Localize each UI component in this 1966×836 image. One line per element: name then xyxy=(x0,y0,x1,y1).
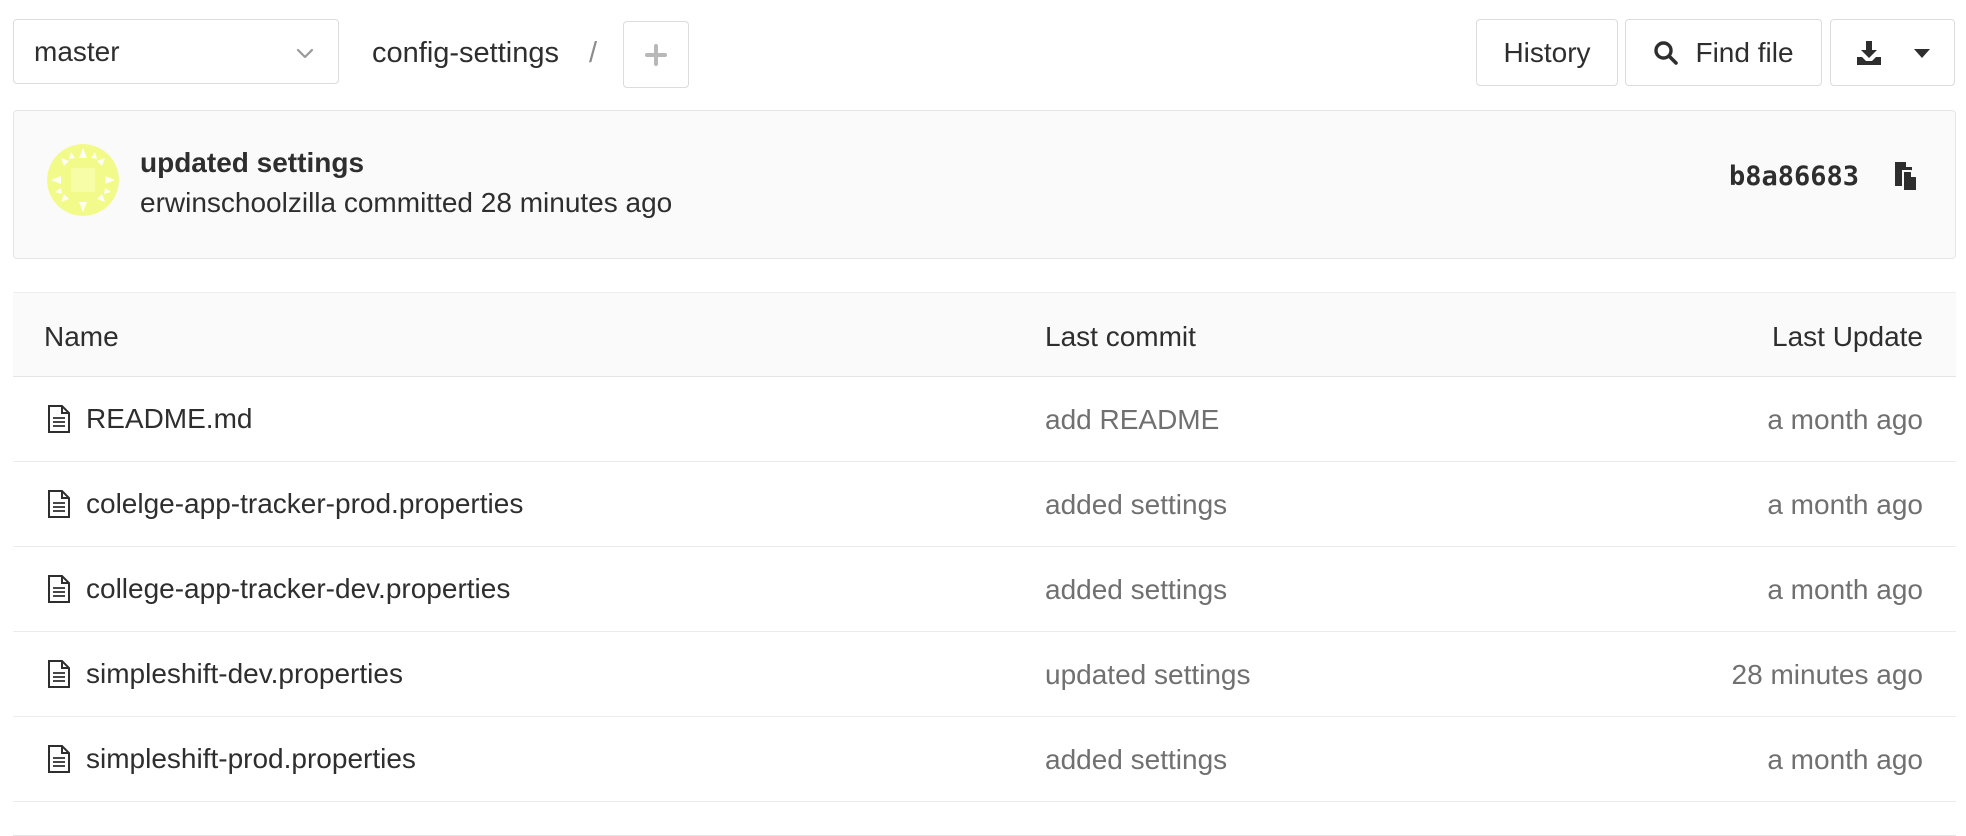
history-label: History xyxy=(1503,36,1591,68)
file-link[interactable]: colelge-app-tracker-prod.properties xyxy=(46,488,523,520)
file-last-update: 28 minutes ago xyxy=(1731,659,1923,690)
file-text-icon xyxy=(48,745,70,773)
table-row[interactable]: simpleshift-dev.properties updated setti… xyxy=(13,632,1956,717)
last-commit-card: updated settings erwinschoolzilla commit… xyxy=(13,110,1956,259)
file-text-icon xyxy=(48,490,70,518)
add-to-tree-button[interactable] xyxy=(623,21,689,88)
file-last-update: a month ago xyxy=(1767,574,1923,605)
table-row[interactable]: README.md add README a month ago xyxy=(13,377,1956,462)
table-row[interactable]: college-app-tracker-dev.properties added… xyxy=(13,547,1956,632)
table-header: Name Last commit Last Update xyxy=(13,292,1956,377)
file-name: colelge-app-tracker-prod.properties xyxy=(86,488,524,519)
file-name: README.md xyxy=(86,403,253,434)
file-last-commit[interactable]: updated settings xyxy=(1045,659,1251,691)
commit-meta: erwinschoolzilla committed 28 minutes ag… xyxy=(140,187,673,218)
file-last-update: a month ago xyxy=(1767,744,1923,775)
breadcrumb-separator: / xyxy=(589,37,598,69)
file-name: simpleshift-prod.properties xyxy=(86,743,416,774)
files-table: Name Last commit Last Update README.md a… xyxy=(13,292,1956,802)
file-last-update: a month ago xyxy=(1767,489,1923,520)
file-link[interactable]: simpleshift-prod.properties xyxy=(46,743,416,775)
branch-name: master xyxy=(34,35,120,67)
repository-files-page: master config-settings / History Find fi… xyxy=(0,0,1966,836)
file-name: simpleshift-dev.properties xyxy=(86,658,403,689)
table-row[interactable]: colelge-app-tracker-prod.properties adde… xyxy=(13,462,1956,547)
file-last-commit[interactable]: added settings xyxy=(1045,574,1227,606)
commit-title[interactable]: updated settings xyxy=(140,147,364,179)
history-button[interactable]: History xyxy=(1476,19,1618,86)
tree-toolbar: master config-settings / History Find fi… xyxy=(0,0,1966,110)
find-file-button[interactable]: Find file xyxy=(1625,19,1822,86)
column-header-last-update: Last Update xyxy=(1772,321,1923,352)
chevron-down-icon xyxy=(296,48,314,59)
file-last-commit[interactable]: added settings xyxy=(1045,489,1227,521)
commit-sha[interactable]: b8a86683 xyxy=(1729,161,1859,192)
column-header-name: Name xyxy=(44,321,119,352)
file-text-icon xyxy=(48,575,70,603)
file-link[interactable]: simpleshift-dev.properties xyxy=(46,658,403,690)
download-icon xyxy=(1856,40,1881,65)
file-last-commit[interactable]: add README xyxy=(1045,404,1219,436)
breadcrumb-project[interactable]: config-settings xyxy=(372,33,559,73)
find-file-label: Find file xyxy=(1695,36,1794,68)
download-dropdown-button[interactable] xyxy=(1830,19,1955,86)
file-link[interactable]: README.md xyxy=(46,403,252,435)
file-text-icon xyxy=(48,660,70,688)
file-name: college-app-tracker-dev.properties xyxy=(86,573,511,604)
branch-dropdown[interactable]: master xyxy=(13,19,339,84)
file-last-update: a month ago xyxy=(1767,404,1923,435)
clipboard-icon[interactable] xyxy=(1889,159,1923,193)
caret-down-icon xyxy=(1913,48,1930,58)
file-link[interactable]: college-app-tracker-dev.properties xyxy=(46,573,510,605)
file-last-commit[interactable]: added settings xyxy=(1045,744,1227,776)
search-icon xyxy=(1654,40,1679,65)
table-row[interactable]: simpleshift-prod.properties added settin… xyxy=(13,717,1956,802)
plus-icon xyxy=(645,43,667,66)
file-text-icon xyxy=(48,405,70,433)
author-avatar[interactable] xyxy=(47,144,119,216)
column-header-last-commit: Last commit xyxy=(1045,321,1196,352)
